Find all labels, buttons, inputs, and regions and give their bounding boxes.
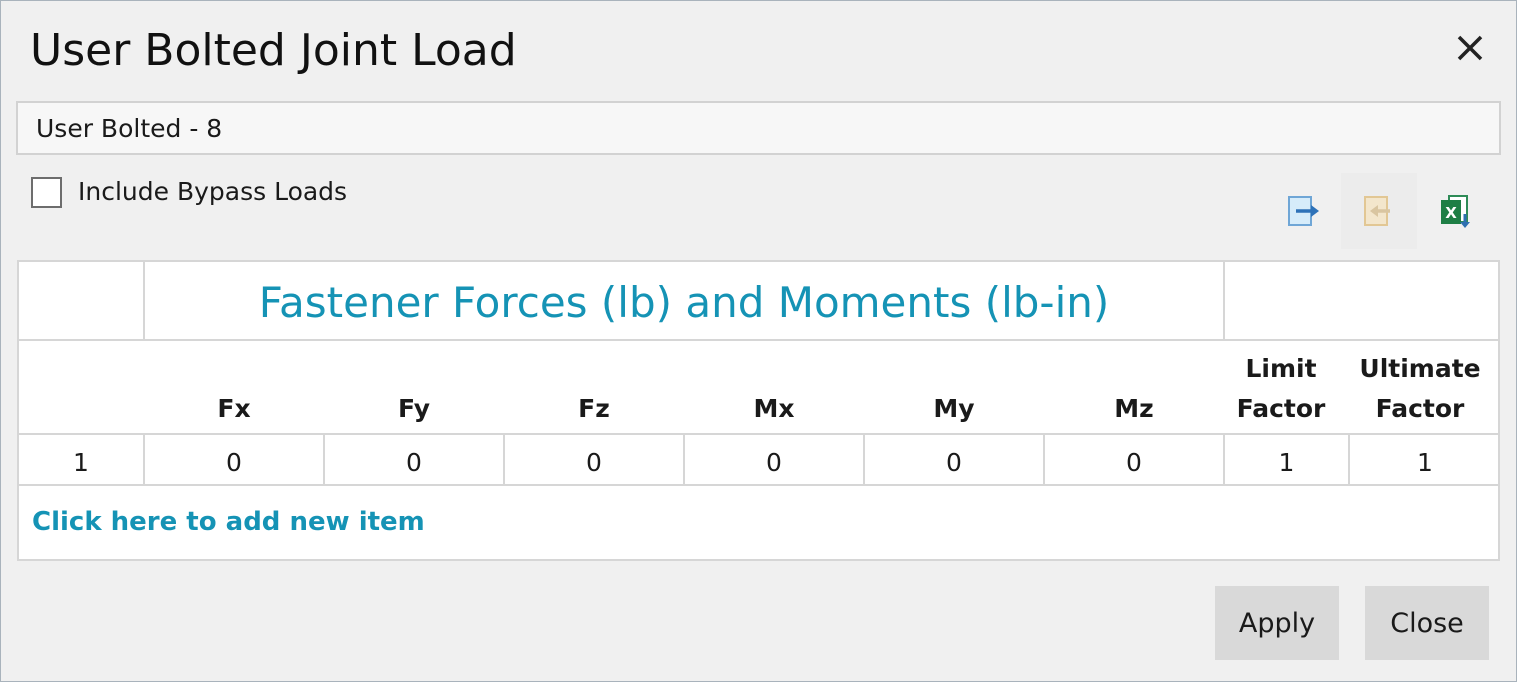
- excel-export-icon[interactable]: X: [1417, 173, 1493, 249]
- column-header-fy[interactable]: Fy: [325, 354, 503, 434]
- loads-grid: Fastener Forces (lb) and Moments (lb-in)…: [17, 260, 1500, 561]
- apply-button[interactable]: Apply: [1215, 586, 1339, 660]
- include-bypass-loads-toggle[interactable]: Include Bypass Loads: [31, 175, 347, 209]
- cell-fx[interactable]: 0: [145, 438, 323, 486]
- svg-text:X: X: [1445, 204, 1457, 222]
- column-header-fx[interactable]: Fx: [145, 354, 323, 434]
- column-header-ultimate-factor[interactable]: Ultimate Factor: [1350, 354, 1490, 434]
- column-header-mz[interactable]: Mz: [1045, 354, 1223, 434]
- cell-mx[interactable]: 0: [685, 438, 863, 486]
- close-button[interactable]: Close: [1365, 586, 1489, 660]
- joint-name-input[interactable]: [36, 111, 1436, 145]
- column-header-limit-factor[interactable]: Limit Factor: [1225, 354, 1337, 434]
- column-header-fz[interactable]: Fz: [505, 354, 683, 434]
- cell-index[interactable]: 1: [19, 438, 143, 486]
- dialog-title: User Bolted Joint Load: [30, 25, 517, 76]
- cell-mz[interactable]: 0: [1045, 438, 1223, 486]
- cell-limit-factor[interactable]: 1: [1225, 438, 1348, 486]
- cell-fy[interactable]: 0: [325, 438, 503, 486]
- dialog-window: User Bolted Joint Load Include Bypass Lo…: [0, 0, 1517, 682]
- cell-my[interactable]: 0: [865, 438, 1043, 486]
- cell-fz[interactable]: 0: [505, 438, 683, 486]
- grid-group-title: Fastener Forces (lb) and Moments (lb-in): [258, 278, 1110, 327]
- import-arrow-icon[interactable]: [1341, 173, 1417, 249]
- column-header-my[interactable]: My: [865, 354, 1043, 434]
- include-bypass-checkbox[interactable]: [31, 176, 62, 208]
- joint-name-field[interactable]: [16, 101, 1501, 155]
- cell-ultimate-factor[interactable]: 1: [1350, 438, 1500, 486]
- column-header-index[interactable]: [19, 354, 143, 434]
- close-icon[interactable]: [1451, 29, 1489, 67]
- export-arrow-icon[interactable]: [1265, 173, 1341, 249]
- column-header-mx[interactable]: Mx: [685, 354, 863, 434]
- add-new-item-link[interactable]: Click here to add new item: [32, 507, 425, 537]
- include-bypass-label: Include Bypass Loads: [78, 177, 348, 206]
